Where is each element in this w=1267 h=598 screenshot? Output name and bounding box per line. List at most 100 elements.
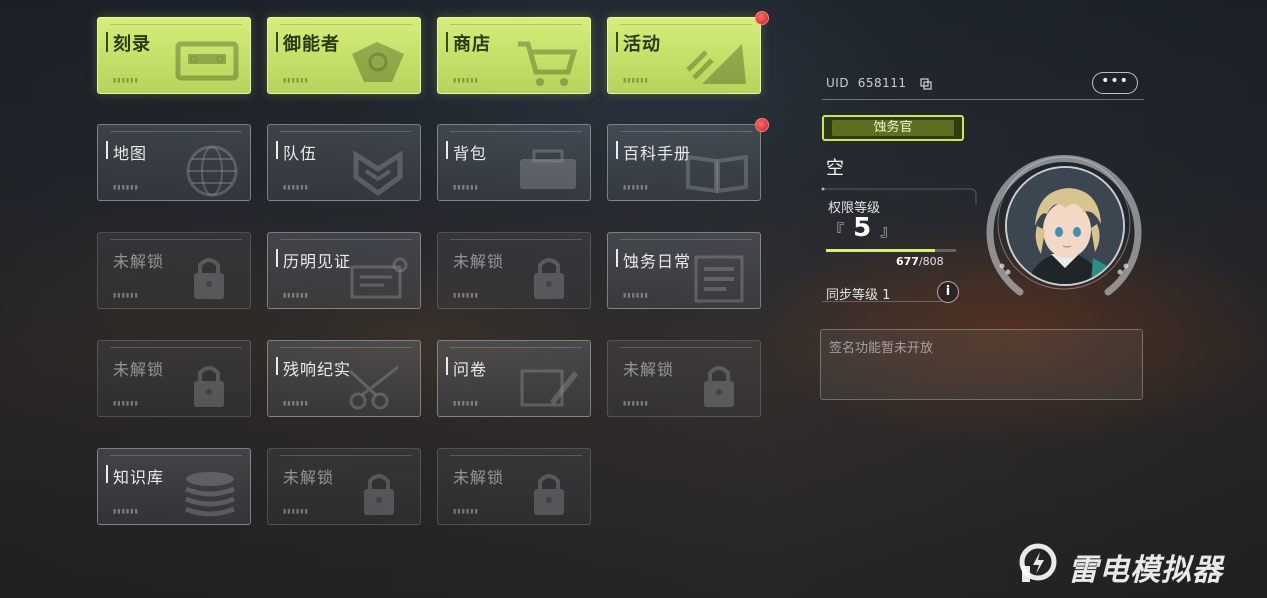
menu-tile[interactable]: 未解锁 ▮▮▮▮▮▮ bbox=[437, 232, 591, 309]
tile-decoration: ▮▮▮▮▮▮ bbox=[283, 77, 309, 84]
more-options-button[interactable]: ••• bbox=[1092, 72, 1138, 94]
tile-divider bbox=[110, 131, 242, 132]
menu-tile-label: 历明见证 bbox=[283, 252, 352, 271]
menu-tile-label: 刻录 bbox=[113, 34, 151, 55]
tile-divider bbox=[280, 131, 412, 132]
flag-icon bbox=[686, 44, 746, 84]
signature-placeholder: 签名功能暂未开放 bbox=[829, 341, 934, 356]
bag-icon bbox=[520, 149, 576, 189]
signature-box[interactable]: 签名功能暂未开放 bbox=[820, 329, 1143, 400]
menu-tile-label: 未解锁 bbox=[453, 468, 505, 487]
xp-progress-fill bbox=[826, 249, 935, 252]
menu-tile[interactable]: 蚀务日常 ▮▮▮▮▮▮ bbox=[607, 232, 761, 309]
tile-accent-bar bbox=[276, 249, 278, 267]
menu-tile[interactable]: 未解锁 ▮▮▮▮▮▮ bbox=[97, 232, 251, 309]
tile-divider bbox=[620, 131, 752, 132]
title-badge-label: 蚀务官 bbox=[832, 120, 954, 136]
notification-dot bbox=[755, 11, 769, 25]
level-value: 『 5 』 bbox=[828, 213, 897, 243]
menu-tile[interactable]: 知识库 ▮▮▮▮▮▮ bbox=[97, 448, 251, 525]
badge-icon bbox=[352, 42, 404, 82]
tile-decoration: ▮▮▮▮▮▮ bbox=[453, 184, 479, 191]
scissors-icon bbox=[348, 365, 399, 410]
tile-decoration: ▮▮▮▮▮▮ bbox=[623, 77, 649, 84]
menu-tile-label: 问卷 bbox=[453, 360, 488, 379]
menu-tile[interactable]: 百科手册 ▮▮▮▮▮▮ bbox=[607, 124, 761, 201]
menu-tile[interactable]: 队伍 ▮▮▮▮▮▮ bbox=[267, 124, 421, 201]
tile-divider bbox=[280, 455, 412, 456]
shield-icon bbox=[353, 150, 403, 197]
tile-accent-bar bbox=[276, 32, 278, 52]
tile-decoration: ▮▮▮▮▮▮ bbox=[453, 508, 479, 515]
tile-divider bbox=[280, 239, 412, 240]
lock-icon bbox=[194, 258, 224, 299]
menu-tile-label: 残响纪实 bbox=[283, 360, 352, 379]
xp-progress-bar bbox=[826, 249, 956, 252]
menu-tile[interactable]: 未解锁 ▮▮▮▮▮▮ bbox=[97, 340, 251, 417]
tile-decoration: ▮▮▮▮▮▮ bbox=[453, 292, 479, 299]
menu-tile[interactable]: 商店 ▮▮▮▮▮▮ bbox=[437, 17, 591, 94]
xp-text: 677/808 bbox=[896, 255, 944, 268]
lock-icon bbox=[534, 474, 564, 515]
tile-accent-bar bbox=[106, 141, 108, 159]
menu-tile-label: 背包 bbox=[453, 144, 488, 163]
menu-tile-label: 未解锁 bbox=[113, 360, 165, 379]
title-badge[interactable]: 蚀务官 bbox=[822, 115, 964, 141]
tile-divider bbox=[110, 455, 242, 456]
menu-tile[interactable]: 御能者 ▮▮▮▮▮▮ bbox=[267, 17, 421, 94]
avatar-portrait bbox=[1007, 168, 1123, 284]
book-icon bbox=[686, 154, 748, 194]
tile-accent-bar bbox=[446, 357, 448, 375]
tile-decoration: ▮▮▮▮▮▮ bbox=[113, 292, 139, 299]
tile-decoration: ▮▮▮▮▮▮ bbox=[453, 400, 479, 407]
copy-icon[interactable] bbox=[920, 78, 932, 90]
tile-divider bbox=[620, 347, 752, 348]
tile-decoration: ▮▮▮▮▮▮ bbox=[113, 184, 139, 191]
menu-tile[interactable]: 未解锁 ▮▮▮▮▮▮ bbox=[437, 448, 591, 525]
tile-decoration: ▮▮▮▮▮▮ bbox=[113, 77, 139, 84]
player-avatar[interactable] bbox=[1005, 166, 1125, 286]
globe-icon bbox=[186, 145, 238, 197]
tile-divider bbox=[620, 239, 752, 240]
menu-tile-label: 知识库 bbox=[113, 468, 165, 487]
level-box: 权限等级 『 5 』 677/808 bbox=[820, 185, 978, 275]
info-button[interactable]: i bbox=[937, 281, 959, 303]
list-icon bbox=[694, 255, 744, 303]
menu-tile[interactable]: 刻录 ▮▮▮▮▮▮ bbox=[97, 17, 251, 94]
tile-accent-bar bbox=[616, 141, 618, 159]
lock-icon bbox=[704, 366, 734, 407]
tile-divider bbox=[450, 131, 582, 132]
notification-dot bbox=[755, 118, 769, 132]
menu-tile[interactable]: 残响纪实 ▮▮▮▮▮▮ bbox=[267, 340, 421, 417]
tile-accent-bar bbox=[616, 32, 618, 52]
divider bbox=[822, 99, 1144, 100]
database-icon bbox=[185, 472, 235, 517]
tile-accent-bar bbox=[446, 32, 448, 52]
menu-tile-label: 商店 bbox=[453, 34, 491, 55]
menu-tile[interactable]: 历明见证 ▮▮▮▮▮▮ bbox=[267, 232, 421, 309]
menu-tile[interactable]: 背包 ▮▮▮▮▮▮ bbox=[437, 124, 591, 201]
tile-decoration: ▮▮▮▮▮▮ bbox=[623, 400, 649, 407]
uid-value: 658111 bbox=[857, 76, 907, 90]
menu-tile[interactable]: 未解锁 ▮▮▮▮▮▮ bbox=[607, 340, 761, 417]
menu-tile-label: 未解锁 bbox=[453, 252, 505, 271]
menu-tile-label: 百科手册 bbox=[623, 144, 692, 163]
tile-decoration: ▮▮▮▮▮▮ bbox=[283, 184, 309, 191]
tile-decoration: ▮▮▮▮▮▮ bbox=[113, 508, 139, 515]
menu-tile[interactable]: 问卷 ▮▮▮▮▮▮ bbox=[437, 340, 591, 417]
menu-tile[interactable]: 未解锁 ▮▮▮▮▮▮ bbox=[267, 448, 421, 525]
menu-tile[interactable]: 活动 ▮▮▮▮▮▮ bbox=[607, 17, 761, 94]
tile-accent-bar bbox=[616, 249, 618, 267]
menu-tile-label: 未解锁 bbox=[113, 252, 165, 271]
tile-divider bbox=[110, 239, 242, 240]
tile-decoration: ▮▮▮▮▮▮ bbox=[623, 292, 649, 299]
tile-divider bbox=[110, 347, 242, 348]
uid-label: UID bbox=[826, 76, 850, 90]
menu-tile-label: 御能者 bbox=[283, 34, 340, 55]
tile-divider bbox=[450, 347, 582, 348]
tile-divider bbox=[450, 455, 582, 456]
menu-tile[interactable]: 地图 ▮▮▮▮▮▮ bbox=[97, 124, 251, 201]
menu-tile-label: 活动 bbox=[623, 34, 661, 55]
menu-tile-label: 未解锁 bbox=[283, 468, 335, 487]
menu-tile-label: 队伍 bbox=[283, 144, 318, 163]
